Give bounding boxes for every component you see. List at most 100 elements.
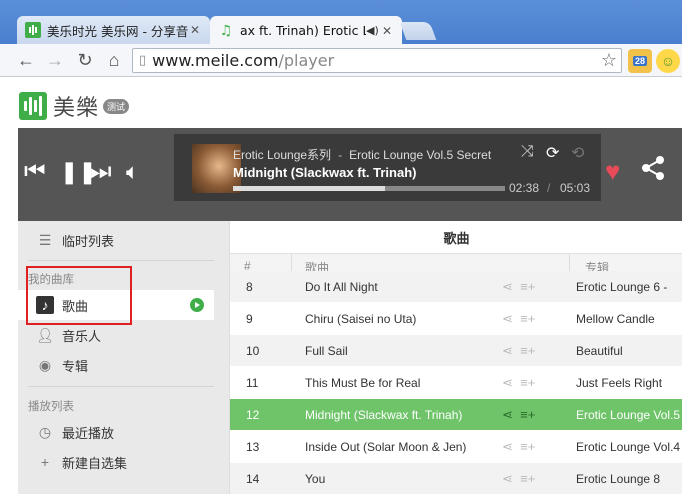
song-title[interactable]: Full Sail xyxy=(305,344,495,358)
sidebar-item-label: 音乐人 xyxy=(62,328,102,344)
progress-fill xyxy=(233,186,386,191)
sidebar-item-recent[interactable]: ◷ 最近播放 xyxy=(18,417,214,447)
row-number: 11 xyxy=(246,376,259,390)
previous-icon[interactable]: ⏮ xyxy=(24,160,46,184)
volume-icon[interactable]: 🔈︎ xyxy=(126,160,139,184)
speaker-icon: ◀) xyxy=(366,24,379,37)
duration-time: 05:03 xyxy=(560,181,591,195)
now-playing-title: Midnight (Slackwax ft. Trinah) xyxy=(233,165,417,180)
table-row[interactable]: 9 Chiru (Saisei no Uta) ⋖ ≡+ Mellow Candle xyxy=(230,303,682,335)
url-path: /player xyxy=(278,51,335,70)
row-share-icon[interactable]: ⋖ ≡+ xyxy=(502,439,535,455)
close-tab-icon[interactable]: ✕ xyxy=(380,24,394,38)
back-icon[interactable]: ← xyxy=(14,48,38,72)
bookmark-star-icon[interactable]: ☆ xyxy=(601,50,617,71)
row-share-icon[interactable]: ⋖ ≡+ xyxy=(502,311,535,327)
table-row[interactable]: 11 This Must Be for Real ⋖ ≡+ Just Feels Ri… xyxy=(230,367,682,399)
sidebar-item-label: 新建自选集 xyxy=(62,455,128,471)
music-note-icon: ♫ xyxy=(219,22,233,39)
meile-favicon-icon xyxy=(25,22,41,38)
now-playing-panel: Erotic Lounge系列 - Erotic Lounge Vol.5 Secr… xyxy=(174,134,601,201)
row-number: 10 xyxy=(246,344,260,358)
playlist-heading: 播放列表 xyxy=(28,401,74,413)
row-share-icon[interactable]: ⋖ ≡+ xyxy=(502,375,535,391)
table-row[interactable]: 13 Inside Out (Solar Moon & Jen) ⋖ ≡+ Eroti… xyxy=(230,431,682,463)
row-number: 14 xyxy=(246,472,260,486)
share-icon[interactable] xyxy=(639,154,667,182)
series-link[interactable]: Erotic Lounge系列 xyxy=(233,148,331,162)
song-title[interactable]: This Must Be for Real xyxy=(305,376,495,390)
album-name[interactable]: Just Feels Right xyxy=(576,376,682,390)
row-share-icon[interactable]: ⋖ ≡+ xyxy=(502,407,535,423)
url-host: www.meile.com xyxy=(152,51,279,70)
browser-tab-meile-home[interactable]: 美乐时光 美乐网 - 分享音 ✕ xyxy=(17,16,210,44)
clock-icon: ◷ xyxy=(38,423,52,440)
page: 美樂 测试 ⏮ ❚❚ ⏭ 🔈︎ Erotic Lounge系列 - Erotic L… xyxy=(0,78,682,494)
browser-tab-bar: 美乐时光 美乐网 - 分享音 ✕ ♫ ax ft. Trinah) Erotic… xyxy=(0,0,682,45)
sidebar-item-albums[interactable]: ◉ 专辑 xyxy=(18,350,214,380)
disc-icon: ◉ xyxy=(38,356,52,373)
person-icon: 👤︎ xyxy=(36,326,54,343)
meta-separator: - xyxy=(338,148,343,162)
logo-mark-icon xyxy=(19,92,47,120)
row-share-icon[interactable]: ⋖ ≡+ xyxy=(502,343,535,359)
album-name[interactable]: Erotic Lounge 6 - xyxy=(576,280,682,294)
play-icon[interactable] xyxy=(190,298,204,312)
highlight-box xyxy=(26,266,132,325)
sidebar-item-label: 专辑 xyxy=(62,358,89,374)
sidebar-item-label: 最近播放 xyxy=(62,425,115,441)
album-name[interactable]: Erotic Lounge Vol.4 xyxy=(576,440,682,454)
site-logo[interactable]: 美樂 测试 xyxy=(19,90,130,122)
song-list-panel: 歌曲 # 歌曲 专辑 8 Do It All Night ⋖ ≡+ Erotic Lo… xyxy=(229,221,682,494)
next-icon[interactable]: ⏭ xyxy=(90,160,112,184)
album-name[interactable]: Erotic Lounge 8 xyxy=(576,472,682,486)
row-share-icon[interactable]: ⋖ ≡+ xyxy=(502,279,535,295)
elapsed-time: 02:38 xyxy=(509,181,540,195)
forward-icon[interactable]: → xyxy=(43,48,67,72)
weather-extension-icon[interactable]: 28 xyxy=(628,49,652,73)
sidebar-item-label: 临时列表 xyxy=(62,233,115,249)
sidebar-item-new-list[interactable]: + 新建自选集 xyxy=(18,447,214,477)
table-row[interactable]: 14 You ⋖ ≡+ Erotic Lounge 8 xyxy=(230,463,682,494)
logo-text: 美樂 xyxy=(53,96,100,121)
address-bar[interactable]: ▯ www.meile.com/player ☆ xyxy=(132,48,622,73)
favorite-heart-icon[interactable]: ♥ xyxy=(605,156,620,187)
now-playing-meta: Erotic Lounge系列 - Erotic Lounge Vol.5 Secr… xyxy=(233,146,491,163)
row-number: 9 xyxy=(246,312,253,326)
browser-toolbar: ← → ↻ ⌂ ▯ www.meile.com/player ☆ 28 ☺ xyxy=(0,44,682,77)
player-bar: ⏮ ❚❚ ⏭ 🔈︎ Erotic Lounge系列 - Erotic Lounge … xyxy=(18,128,682,221)
browser-tab-player[interactable]: ♫ ax ft. Trinah) Erotic Lo ◀) ✕ xyxy=(210,16,402,45)
row-number: 12 xyxy=(246,408,260,422)
time-separator: / xyxy=(547,181,551,195)
weather-badge: 28 xyxy=(632,56,647,66)
repeat-icon[interactable]: ⟳ xyxy=(546,143,559,163)
table-row[interactable]: 10 Full Sail ⋖ ≡+ Beautiful xyxy=(230,335,682,367)
song-title[interactable]: Inside Out (Solar Moon & Jen) xyxy=(305,440,495,454)
tab-title: 美乐时光 美乐网 - 分享音 xyxy=(47,23,188,39)
table-row[interactable]: 8 Do It All Night ⋖ ≡+ Erotic Lounge 6 - xyxy=(230,271,682,303)
smiley-extension-icon[interactable]: ☺ xyxy=(656,49,680,73)
repeat-one-icon[interactable]: ⟲ xyxy=(571,143,584,163)
song-title[interactable]: Do It All Night xyxy=(305,280,495,294)
reload-icon[interactable]: ↻ xyxy=(73,48,97,72)
sidebar-item-temp-list[interactable]: ☰ 临时列表 xyxy=(18,225,214,255)
row-share-icon[interactable]: ⋖ ≡+ xyxy=(502,471,535,487)
home-icon[interactable]: ⌂ xyxy=(102,48,126,72)
close-tab-icon[interactable]: ✕ xyxy=(188,23,202,37)
tab-title: ax ft. Trinah) Erotic Lo xyxy=(240,23,366,38)
album-name[interactable]: Beautiful xyxy=(576,344,682,358)
section-title: 歌曲 xyxy=(230,221,682,254)
song-title[interactable]: Midnight (Slackwax ft. Trinah) xyxy=(305,408,495,422)
progress-bar[interactable] xyxy=(233,186,505,191)
new-tab-button[interactable] xyxy=(399,22,437,40)
page-icon: ▯ xyxy=(139,53,147,68)
album-link[interactable]: Erotic Lounge Vol.5 Secret xyxy=(349,148,491,162)
album-name[interactable]: Erotic Lounge Vol.5 xyxy=(576,408,682,422)
song-title[interactable]: Chiru (Saisei no Uta) xyxy=(305,312,495,326)
album-name[interactable]: Mellow Candle xyxy=(576,312,682,326)
song-title[interactable]: You xyxy=(305,472,495,486)
table-row[interactable]: 12 Midnight (Slackwax ft. Trinah) ⋖ ≡+ Erot… xyxy=(230,399,682,431)
shuffle-icon[interactable]: ⤨ xyxy=(521,143,534,161)
beta-badge: 测试 xyxy=(103,98,130,114)
sidebar: ☰ 临时列表 我的曲库 ♪ 歌曲 👤︎ 音乐人 ◉ 专辑 播放列表 ◷ 最近播放… xyxy=(18,221,229,494)
